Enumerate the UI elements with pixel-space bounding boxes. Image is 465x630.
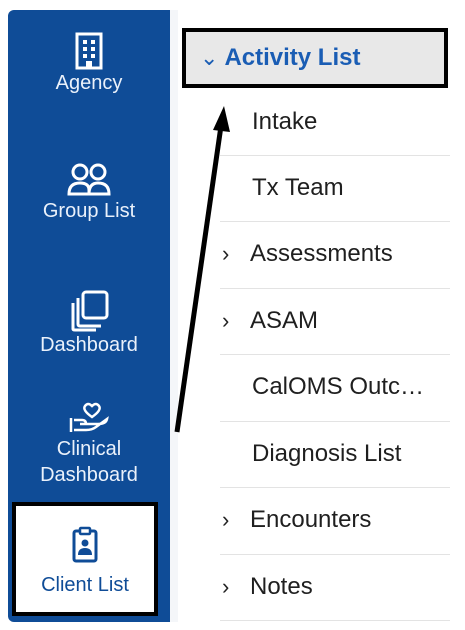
menu-item-label: Diagnosis List: [252, 440, 402, 467]
nav-item-dashboard[interactable]: Dashboard: [8, 290, 170, 358]
menu-item-encounters[interactable]: › Encounters: [222, 488, 450, 552]
menu-item-caloms-outcomes[interactable]: CalOMS Outc…: [222, 355, 450, 419]
chevron-right-icon: ›: [222, 574, 230, 599]
dashboard-icon: [71, 290, 109, 332]
clipboard-person-icon: [72, 526, 98, 563]
menu-item-intake[interactable]: Intake: [222, 90, 450, 154]
chevron-right-icon: ›: [222, 308, 230, 333]
nav-label-agency: Agency: [55, 72, 123, 94]
menu-item-label: Intake: [252, 108, 318, 135]
menu-item-tx-team[interactable]: Tx Team: [222, 156, 450, 220]
nav-item-agency[interactable]: Agency: [8, 32, 170, 96]
menu-item-diagnosis-list[interactable]: Diagnosis List: [222, 422, 450, 486]
nav-item-clinical-dashboard[interactable]: Clinical Dashboard: [8, 402, 170, 488]
menu-item-label: Notes: [250, 573, 313, 600]
menu-item-notes[interactable]: › Notes: [222, 555, 450, 619]
clinical-hands-heart-icon: [69, 402, 109, 432]
chevron-right-icon: ›: [222, 241, 230, 266]
nav-label-clinical-dashboard: Clinical Dashboard: [40, 438, 138, 486]
nav-label-client-list: Client List: [41, 574, 129, 596]
chevron-right-icon: ›: [222, 507, 230, 532]
sidebar-divider-strip: [170, 10, 178, 622]
activity-list-title: Activity List: [224, 44, 361, 71]
menu-item-label: CalOMS Outc…: [252, 373, 425, 400]
nav-item-group-list[interactable]: Group List: [8, 162, 170, 224]
nav-label-group-list: Group List: [42, 200, 136, 222]
nav-label-dashboard: Dashboard: [40, 334, 138, 356]
building-icon: [75, 32, 103, 70]
nav-item-client-list[interactable]: Client List: [12, 502, 158, 616]
group-icon: [67, 163, 111, 196]
menu-item-label: ASAM: [250, 307, 319, 334]
activity-list-header[interactable]: ⌄ Activity List: [182, 28, 448, 88]
menu-item-label: Assessments: [250, 240, 393, 267]
menu-item-assessments[interactable]: › Assessments: [222, 222, 450, 286]
menu-divider: [220, 620, 450, 621]
menu-item-asam[interactable]: › ASAM: [222, 289, 450, 353]
chevron-down-icon: ⌄: [200, 45, 219, 70]
menu-item-label: Encounters: [250, 506, 372, 533]
menu-item-label: Tx Team: [252, 174, 344, 201]
